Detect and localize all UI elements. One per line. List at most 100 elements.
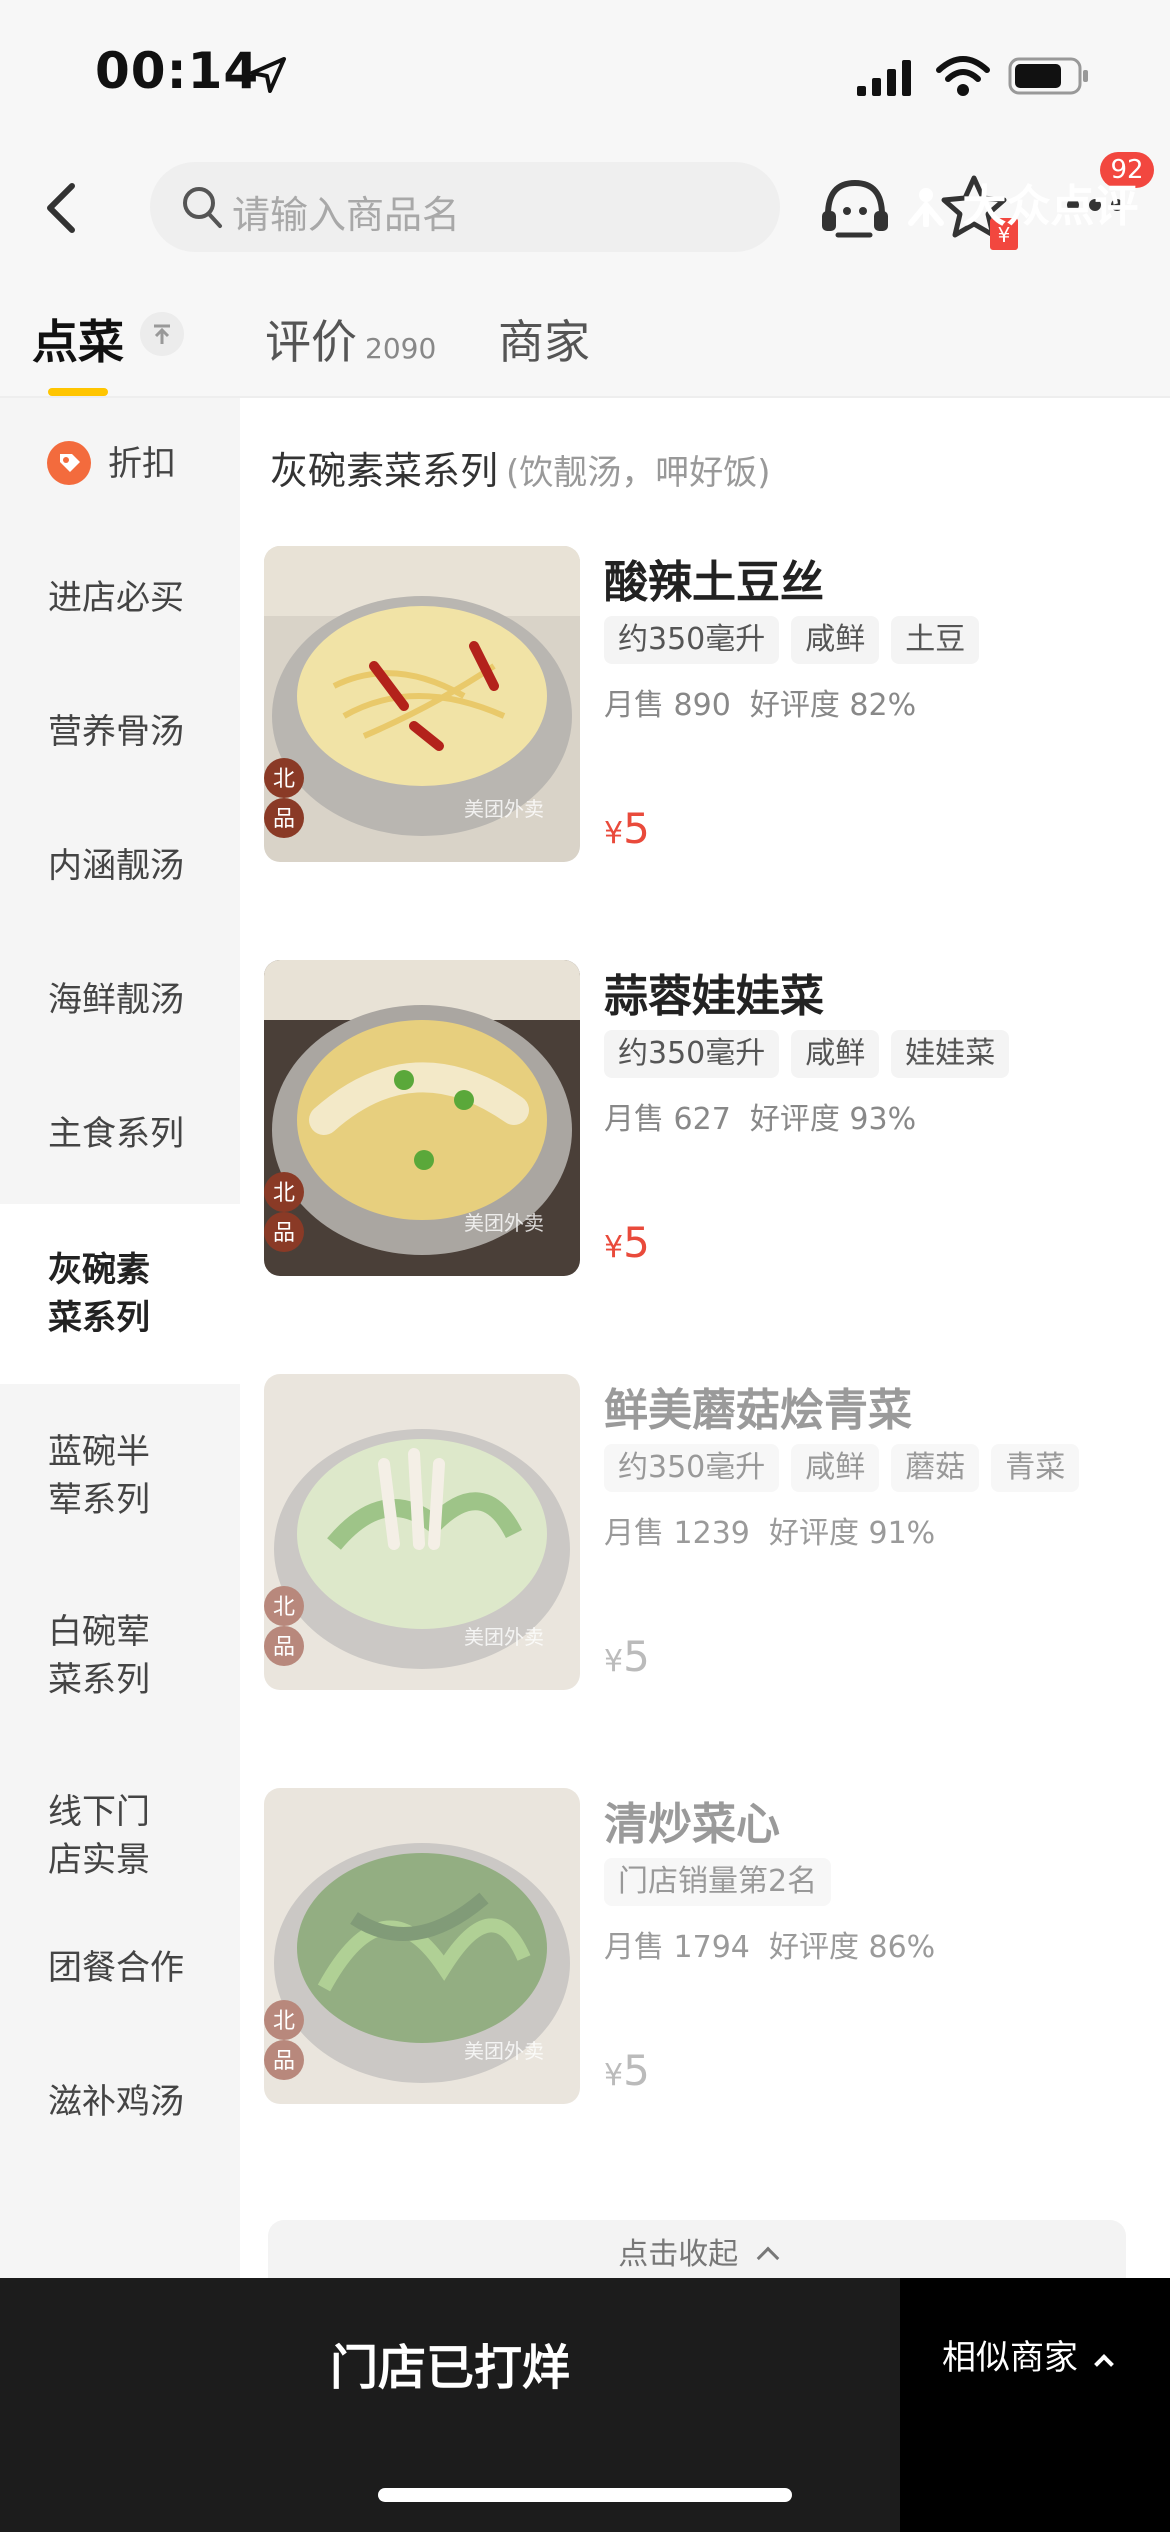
similar-merchants-button[interactable]: 相似商家 (900, 2278, 1170, 2532)
dish-image[interactable]: 北 品 美团外卖 (264, 960, 580, 1276)
dish-watermark: 美团外卖 (464, 2039, 544, 2063)
similar-merchants-label: 相似商家 (942, 2330, 1114, 2379)
dish-watermark: 美团外卖 (464, 1625, 544, 1649)
dish-card[interactable]: 北 品 美团外卖 鲜美蘑菇烩青菜 约350毫升 咸鲜 蘑菇 青菜 月售 1239… (264, 1374, 1154, 1694)
dish-rating: 好评度 86% (768, 1930, 936, 1965)
customer-service-icon[interactable] (820, 175, 890, 241)
tab-merchant[interactable]: 商家 (498, 306, 590, 372)
dish-price: ¥5 (604, 2046, 650, 2095)
pin-top-icon[interactable] (140, 312, 184, 356)
dish-watermark: 美团外卖 (464, 797, 544, 821)
dish-badge-bottom: 品 (273, 1221, 295, 1246)
dish-tag: 咸鲜 (791, 1030, 880, 1078)
dianping-logo-text: 大众点评 (962, 181, 1139, 232)
price-value: 5 (623, 804, 650, 853)
sidebar-item-seafood-soup[interactable]: 海鲜靓汤 (0, 976, 240, 1024)
dish-monthly-sales: 月售 1239 (604, 1516, 750, 1551)
dish-tag: 青菜 (991, 1444, 1080, 1492)
dish-badge-top: 北 (273, 1181, 295, 1206)
sales-rank-tag: 门店销量第2名 (604, 1858, 832, 1906)
sidebar-item-grey-bowl-veg[interactable]: 灰碗素菜系列 (0, 1204, 240, 1384)
currency-symbol: ¥ (604, 2058, 624, 2093)
dish-watermark: 美团外卖 (464, 1211, 544, 1235)
dish-image[interactable]: 北 品 美团外卖 (264, 1788, 580, 2104)
tab-reviews-label: 评价 (265, 315, 357, 369)
dish-rating: 好评度 91% (768, 1516, 936, 1551)
category-sidebar: 折扣 进店必买 营养骨汤 内涵靓汤 海鲜靓汤 主食系列 灰碗素菜系列 蓝碗半荤系… (0, 398, 240, 2288)
sidebar-item-store-photos[interactable]: 线下门店实景 (0, 1788, 240, 1884)
chevron-up-icon (756, 2246, 780, 2270)
section-title-text: 灰碗素菜系列 (270, 449, 499, 493)
dish-name: 清炒菜心 (604, 1799, 780, 1850)
dianping-logo-icon (905, 185, 947, 228)
dish-card[interactable]: 北 品 美团外卖 蒜蓉娃娃菜 约350毫升 咸鲜 娃娃菜 月售 627 好评度 … (264, 960, 1154, 1280)
chevron-up-icon (1093, 2354, 1114, 2374)
dish-name: 蒜蓉娃娃菜 (604, 971, 824, 1022)
sidebar-item-must-buy[interactable]: 进店必买 (0, 574, 240, 622)
sidebar-item-chicken-soup[interactable]: 滋补鸡汤 (0, 2078, 240, 2126)
dish-image[interactable]: 北 品 美团外卖 (264, 1374, 580, 1690)
dish-tags: 约350毫升 咸鲜 蘑菇 青菜 (604, 1444, 1080, 1492)
sidebar-item-blue-bowl[interactable]: 蓝碗半荤系列 (0, 1428, 240, 1524)
dish-price: ¥5 (604, 1632, 650, 1681)
dish-tag: 娃娃菜 (891, 1030, 1010, 1078)
dish-monthly-sales: 月售 627 (604, 1102, 731, 1137)
price-value: 5 (623, 2046, 650, 2095)
dish-sales: 月售 627 好评度 93% (604, 1094, 916, 1138)
dish-list: 灰碗素菜系列 (饮靓汤，呷好饭) 北 品 美团外卖 酸辣土豆丝 约350毫升 咸鲜… (240, 398, 1170, 2290)
sidebar-item-label: 折扣 (108, 444, 176, 484)
search-icon (183, 187, 222, 228)
dish-badge-top: 北 (273, 1595, 295, 1620)
dish-rating: 好评度 93% (749, 1102, 917, 1137)
dish-sales: 月售 1239 好评度 91% (604, 1508, 935, 1552)
section-title: 灰碗素菜系列 (饮靓汤，呷好饭) (270, 440, 771, 495)
dish-tag: 土豆 (891, 616, 980, 664)
discount-tag-icon (47, 441, 91, 485)
dish-monthly-sales: 月售 890 (604, 688, 731, 723)
location-arrow-icon (250, 57, 286, 93)
dish-tags: 约350毫升 咸鲜 土豆 (604, 616, 980, 664)
dish-card[interactable]: 北 品 美团外卖 清炒菜心 门店销量第2名 月售 1794 好评度 86% ¥5 (264, 1788, 1154, 2108)
tab-bar: 点菜 评价 2090 商家 (0, 270, 1170, 398)
dish-price: ¥5 (604, 1218, 650, 1267)
dish-badge-bottom: 品 (273, 2049, 295, 2074)
currency-symbol: ¥ (604, 1644, 624, 1679)
dish-tag: 约350毫升 (604, 1444, 780, 1492)
search-placeholder: 请输入商品名 (232, 193, 461, 237)
dish-sales: 月售 890 好评度 82% (604, 680, 916, 724)
status-bar: 00:14 (0, 0, 1170, 150)
sidebar-item-white-bowl[interactable]: 白碗荤菜系列 (0, 1608, 240, 1704)
dish-tags: 门店销量第2名 (604, 1858, 832, 1906)
store-closed-label: 门店已打烊 (329, 2340, 570, 2396)
tab-reviews-count: 2090 (365, 332, 437, 365)
currency-symbol: ¥ (604, 1230, 624, 1265)
dish-badge-bottom: 品 (273, 1635, 295, 1660)
home-indicator (378, 2488, 792, 2502)
section-subtitle: (饮靓汤，呷好饭) (506, 453, 771, 493)
dish-tags: 约350毫升 咸鲜 娃娃菜 (604, 1030, 1010, 1078)
dish-badge-bottom: 品 (273, 807, 295, 832)
dish-price: ¥5 (604, 804, 650, 853)
sidebar-item-staple[interactable]: 主食系列 (0, 1110, 240, 1158)
back-icon[interactable] (38, 178, 88, 238)
dish-card[interactable]: 北 品 美团外卖 酸辣土豆丝 约350毫升 咸鲜 土豆 月售 890 好评度 8… (264, 546, 1154, 866)
active-tab-indicator (48, 388, 108, 396)
currency-symbol: ¥ (604, 816, 624, 851)
status-time: 00:14 (95, 42, 260, 100)
search-input[interactable]: 请输入商品名 (150, 162, 780, 252)
sidebar-item-bone-soup[interactable]: 营养骨汤 (0, 708, 240, 756)
sidebar-item-discount[interactable]: 折扣 (0, 440, 240, 488)
tab-order[interactable]: 点菜 (32, 306, 124, 372)
signal-icon (857, 60, 911, 96)
battery-icon (1008, 57, 1088, 95)
sidebar-item-group-meal[interactable]: 团餐合作 (0, 1944, 240, 1992)
dish-badge-top: 北 (273, 2009, 295, 2034)
sidebar-item-inner-soup[interactable]: 内涵靓汤 (0, 842, 240, 890)
tab-reviews[interactable]: 评价 2090 (265, 306, 436, 372)
price-value: 5 (623, 1218, 650, 1267)
dish-monthly-sales: 月售 1794 (604, 1930, 750, 1965)
dish-rating: 好评度 82% (749, 688, 917, 723)
dish-image[interactable]: 北 品 美团外卖 (264, 546, 580, 862)
dianping-logo: 大众点评 (905, 170, 1138, 234)
dish-sales: 月售 1794 好评度 86% (604, 1922, 935, 1966)
